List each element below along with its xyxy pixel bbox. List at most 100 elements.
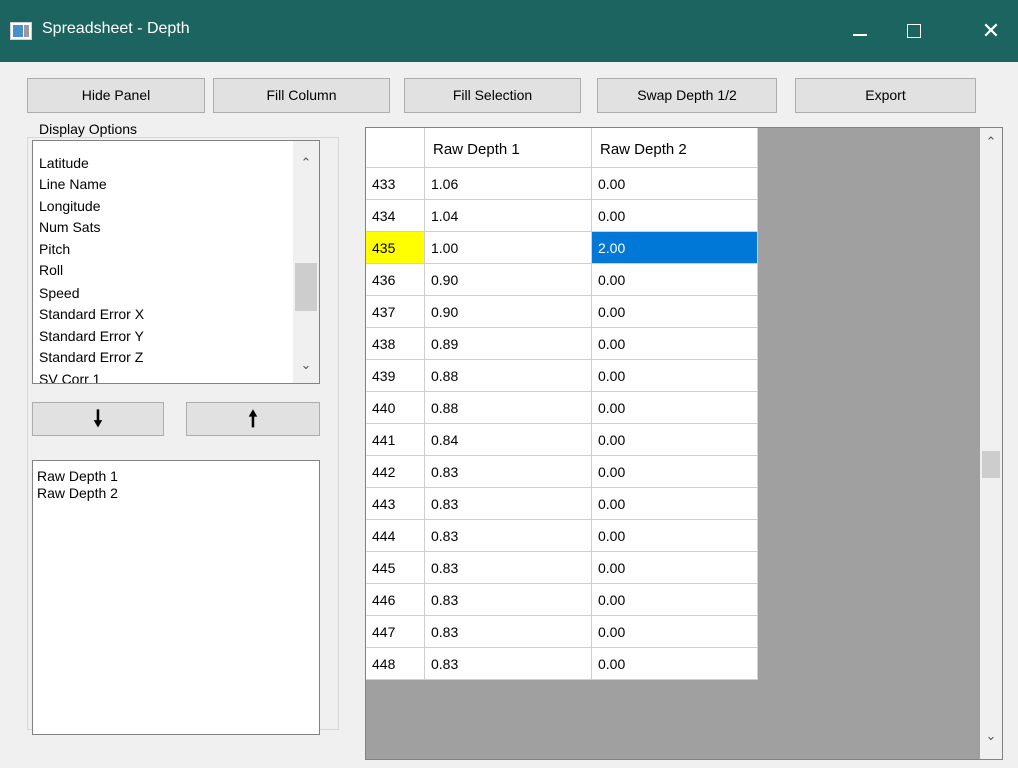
- row-header[interactable]: 438: [366, 328, 425, 360]
- hide-panel-button[interactable]: Hide Panel: [27, 78, 205, 113]
- grid-cell[interactable]: 0.00: [592, 424, 758, 456]
- row-header[interactable]: 441: [366, 424, 425, 456]
- list-item[interactable]: Speed: [39, 285, 79, 301]
- scroll-up-icon[interactable]: ⌃: [293, 155, 319, 171]
- list-item[interactable]: Longitude: [39, 198, 101, 214]
- grid-cell[interactable]: 0.83: [425, 488, 592, 520]
- scroll-up-icon[interactable]: ⌃: [980, 134, 1002, 150]
- list-item[interactable]: SV Corr 1: [39, 371, 100, 383]
- grid-cell[interactable]: 0.83: [425, 584, 592, 616]
- close-button[interactable]: ✕: [968, 10, 1014, 52]
- grid-cell[interactable]: 0.83: [425, 552, 592, 584]
- row-header[interactable]: 446: [366, 584, 425, 616]
- grid-cell[interactable]: 0.90: [425, 296, 592, 328]
- table-row[interactable]: 441 0.84 0.00: [366, 424, 758, 456]
- row-header[interactable]: 444: [366, 520, 425, 552]
- table-row[interactable]: 439 0.88 0.00: [366, 360, 758, 392]
- fill-selection-button[interactable]: Fill Selection: [404, 78, 581, 113]
- row-header[interactable]: 443: [366, 488, 425, 520]
- swap-depth-button[interactable]: Swap Depth 1/2: [597, 78, 777, 113]
- grid-cell[interactable]: 0.00: [592, 456, 758, 488]
- table-row[interactable]: 447 0.83 0.00: [366, 616, 758, 648]
- grid-corner[interactable]: [366, 128, 425, 168]
- grid-cell[interactable]: 0.83: [425, 616, 592, 648]
- scroll-down-icon[interactable]: ⌄: [980, 728, 1002, 744]
- move-up-button[interactable]: 🠕: [186, 402, 320, 436]
- row-header[interactable]: 434: [366, 200, 425, 232]
- grid-cell[interactable]: 1.04: [425, 200, 592, 232]
- move-down-button[interactable]: 🠗: [32, 402, 164, 436]
- table-row[interactable]: 440 0.88 0.00: [366, 392, 758, 424]
- scroll-down-icon[interactable]: ⌄: [293, 357, 319, 373]
- list-item[interactable]: Standard Error Y: [39, 328, 144, 344]
- grid-cell[interactable]: 0.00: [592, 616, 758, 648]
- list-item[interactable]: Raw Depth 1: [37, 468, 118, 484]
- row-header[interactable]: 436: [366, 264, 425, 296]
- scroll-thumb[interactable]: [982, 451, 1000, 478]
- row-header[interactable]: 435: [366, 232, 425, 264]
- row-header[interactable]: 437: [366, 296, 425, 328]
- grid-cell[interactable]: 0.84: [425, 424, 592, 456]
- table-row[interactable]: 436 0.90 0.00: [366, 264, 758, 296]
- grid-cell[interactable]: 0.00: [592, 520, 758, 552]
- list-item[interactable]: Roll: [39, 262, 63, 278]
- table-row[interactable]: 434 1.04 0.00: [366, 200, 758, 232]
- table-row[interactable]: 442 0.83 0.00: [366, 456, 758, 488]
- grid-cell[interactable]: 2.00: [592, 232, 758, 264]
- grid-cell[interactable]: 0.90: [425, 264, 592, 296]
- grid-cell[interactable]: 0.00: [592, 264, 758, 296]
- grid-cell[interactable]: 1.00: [425, 232, 592, 264]
- list-item[interactable]: Raw Depth 2: [37, 485, 118, 501]
- row-header[interactable]: 439: [366, 360, 425, 392]
- grid-cell[interactable]: 0.00: [592, 552, 758, 584]
- grid-cell[interactable]: 0.00: [592, 168, 758, 200]
- depth-grid[interactable]: Raw Depth 1 Raw Depth 2 433 1.06 0.00 434 1.…: [365, 127, 1003, 760]
- grid-cell[interactable]: 0.00: [592, 392, 758, 424]
- grid-cell[interactable]: 0.89: [425, 328, 592, 360]
- minimize-button[interactable]: [836, 10, 882, 52]
- column-header-raw-depth-2[interactable]: Raw Depth 2: [592, 128, 758, 168]
- grid-cell[interactable]: 1.06: [425, 168, 592, 200]
- grid-cell[interactable]: 0.88: [425, 360, 592, 392]
- grid-cell[interactable]: 0.83: [425, 456, 592, 488]
- table-row[interactable]: 438 0.89 0.00: [366, 328, 758, 360]
- column-header-raw-depth-1[interactable]: Raw Depth 1: [425, 128, 592, 168]
- row-header[interactable]: 440: [366, 392, 425, 424]
- table-row[interactable]: 443 0.83 0.00: [366, 488, 758, 520]
- row-header[interactable]: 448: [366, 648, 425, 680]
- table-row[interactable]: 445 0.83 0.00: [366, 552, 758, 584]
- grid-cell[interactable]: 0.00: [592, 488, 758, 520]
- table-row[interactable]: 435 1.00 2.00: [366, 232, 758, 264]
- row-header[interactable]: 433: [366, 168, 425, 200]
- table-row[interactable]: 444 0.83 0.00: [366, 520, 758, 552]
- table-row[interactable]: 437 0.90 0.00: [366, 296, 758, 328]
- list-item[interactable]: Standard Error Z: [39, 349, 143, 365]
- table-row[interactable]: 433 1.06 0.00: [366, 168, 758, 200]
- list-item[interactable]: Pitch: [39, 241, 70, 257]
- scroll-thumb[interactable]: [295, 263, 317, 311]
- list-item[interactable]: Line Name: [39, 176, 107, 192]
- grid-cell[interactable]: 0.00: [592, 360, 758, 392]
- grid-cell[interactable]: 0.83: [425, 520, 592, 552]
- row-header[interactable]: 447: [366, 616, 425, 648]
- available-list-scrollbar[interactable]: ⌃ ⌄: [293, 141, 319, 383]
- export-button[interactable]: Export: [795, 78, 976, 113]
- grid-scrollbar[interactable]: ⌃ ⌄: [980, 128, 1002, 759]
- grid-cell[interactable]: 0.00: [592, 296, 758, 328]
- list-item[interactable]: Latitude: [39, 155, 89, 171]
- available-fields-list[interactable]: Latitude Line Name Longitude Num Sats Pi…: [32, 140, 320, 384]
- selected-fields-list[interactable]: Raw Depth 1 Raw Depth 2: [32, 460, 320, 735]
- table-row[interactable]: 446 0.83 0.00: [366, 584, 758, 616]
- list-item[interactable]: Num Sats: [39, 219, 100, 235]
- grid-cell[interactable]: 0.83: [425, 648, 592, 680]
- grid-cell[interactable]: 0.00: [592, 648, 758, 680]
- grid-cell[interactable]: 0.88: [425, 392, 592, 424]
- list-item[interactable]: Standard Error X: [39, 306, 144, 322]
- table-row[interactable]: 448 0.83 0.00: [366, 648, 758, 680]
- fill-column-button[interactable]: Fill Column: [213, 78, 390, 113]
- row-header[interactable]: 442: [366, 456, 425, 488]
- maximize-button[interactable]: [890, 10, 936, 52]
- row-header[interactable]: 445: [366, 552, 425, 584]
- grid-cell[interactable]: 0.00: [592, 328, 758, 360]
- grid-cell[interactable]: 0.00: [592, 200, 758, 232]
